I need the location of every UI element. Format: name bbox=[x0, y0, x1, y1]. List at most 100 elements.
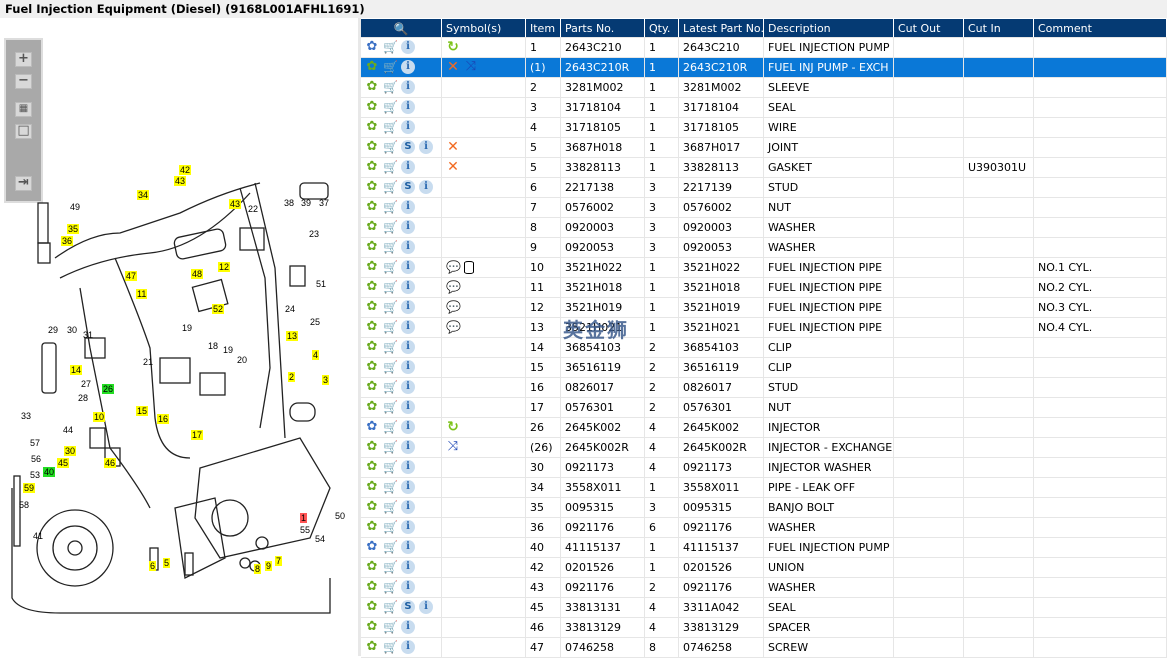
info-icon[interactable]: i bbox=[401, 380, 415, 394]
callout-label[interactable]: 18 bbox=[207, 341, 219, 351]
table-row[interactable]: ✿ 🛒 i 3 31718104 1 31718104 SEAL bbox=[361, 98, 1167, 118]
callout-label[interactable]: 20 bbox=[236, 355, 248, 365]
info-icon[interactable]: i bbox=[419, 180, 433, 194]
cross-icon[interactable]: ✕ bbox=[446, 140, 460, 154]
table-row[interactable]: ✿ 🛒 i ✕ ⤨ (1) 2643C210R 1 2643C210R FUEL INJ PUMP… bbox=[361, 58, 1167, 78]
table-row[interactable]: ✿ 🛒 Si 45 33813131 4 3311A042 SEAL bbox=[361, 598, 1167, 618]
callout-label[interactable]: 3 bbox=[322, 375, 330, 385]
gear-icon[interactable]: ✿ bbox=[365, 80, 379, 94]
column-header-qty[interactable]: Qty. bbox=[645, 19, 679, 37]
cart-icon[interactable]: 🛒 bbox=[383, 320, 398, 334]
callout-label[interactable]: 10 bbox=[93, 412, 106, 422]
gear-icon[interactable]: ✿ bbox=[365, 300, 379, 314]
gears-icon[interactable]: ✿ bbox=[365, 540, 379, 554]
callout-label[interactable]: 21 bbox=[142, 357, 154, 367]
table-row[interactable]: ✿ 🛒 i 43 0921176 2 0921176 WASHER bbox=[361, 578, 1167, 598]
cart-icon[interactable]: 🛒 bbox=[383, 480, 398, 494]
callout-label[interactable]: 52 bbox=[212, 304, 225, 314]
callout-label[interactable]: 43 bbox=[229, 199, 242, 209]
cart-icon[interactable]: 🛒 bbox=[383, 60, 398, 74]
table-row[interactable]: ✿ 🛒 i 💬 10 3521H022 1 3521H022 FUEL INJECTION PI… bbox=[361, 258, 1167, 278]
callout-label[interactable]: 48 bbox=[191, 269, 204, 279]
table-row[interactable]: ✿ 🛒 i 35 0095315 3 0095315 BANJO BOLT bbox=[361, 498, 1167, 518]
cart-icon[interactable]: 🛒 bbox=[383, 500, 398, 514]
info-icon[interactable]: i bbox=[401, 200, 415, 214]
rotate-icon[interactable]: ↻ bbox=[446, 420, 460, 434]
exploded-diagram[interactable]: + − ▦ □ ⇥ 42 43 39 38 37 34 49 35 36 43 … bbox=[0, 18, 358, 656]
gear-icon[interactable]: ✿ bbox=[365, 160, 379, 174]
gear-icon[interactable]: ✿ bbox=[365, 640, 379, 654]
callout-label[interactable]: 40 bbox=[43, 467, 56, 477]
table-row[interactable]: ✿ 🛒 i ⤨ (26) 2645K002R 4 2645K002R INJECTOR - EX… bbox=[361, 438, 1167, 458]
table-row[interactable]: ✿ 🛒 i 💬 11 3521H018 1 3521H018 FUEL INJECTION PI… bbox=[361, 278, 1167, 298]
gear-icon[interactable]: ✿ bbox=[365, 340, 379, 354]
table-row[interactable]: ✿ 🛒 i 💬 13 3521H021 1 3521H021 FUEL INJECTION PI… bbox=[361, 318, 1167, 338]
table-row[interactable]: ✿ 🛒 i 14 36854103 2 36854103 CLIP bbox=[361, 338, 1167, 358]
info-icon[interactable]: i bbox=[401, 240, 415, 254]
table-row[interactable]: ✿ 🛒 i 34 3558X011 1 3558X011 PIPE - LEAK OFF bbox=[361, 478, 1167, 498]
callout-label[interactable]: 51 bbox=[315, 279, 327, 289]
callout-label[interactable]: 9 bbox=[265, 561, 273, 571]
callout-label[interactable]: 14 bbox=[70, 365, 83, 375]
cart-icon[interactable]: 🛒 bbox=[383, 180, 398, 194]
gear-icon[interactable]: ✿ bbox=[365, 580, 379, 594]
callout-label[interactable]: 1 bbox=[300, 513, 308, 523]
gear-icon[interactable]: ✿ bbox=[365, 240, 379, 254]
callout-label[interactable]: 7 bbox=[275, 556, 283, 566]
supersession-icon[interactable]: S bbox=[401, 180, 415, 194]
column-header-cut-in[interactable]: Cut In bbox=[964, 19, 1034, 37]
info-icon[interactable]: i bbox=[401, 260, 415, 274]
gear-icon[interactable]: ✿ bbox=[365, 360, 379, 374]
callout-label[interactable]: 17 bbox=[191, 430, 204, 440]
column-header-cut-out[interactable]: Cut Out bbox=[894, 19, 964, 37]
gear-icon[interactable]: ✿ bbox=[365, 600, 379, 614]
gear-icon[interactable]: ✿ bbox=[365, 480, 379, 494]
callout-label[interactable]: 53 bbox=[29, 470, 41, 480]
callout-label[interactable]: 44 bbox=[62, 425, 74, 435]
callout-label[interactable]: 25 bbox=[309, 317, 321, 327]
callout-label[interactable]: 50 bbox=[334, 511, 346, 521]
cart-icon[interactable]: 🛒 bbox=[383, 340, 398, 354]
info-icon[interactable]: i bbox=[401, 540, 415, 554]
callout-label[interactable]: 34 bbox=[137, 190, 150, 200]
cart-icon[interactable]: 🛒 bbox=[383, 600, 398, 614]
callout-label[interactable]: 30 bbox=[64, 446, 77, 456]
note-icon[interactable]: 💬 bbox=[446, 280, 461, 294]
callout-label[interactable]: 16 bbox=[157, 414, 170, 424]
table-row[interactable]: ✿ 🛒 Si ✕ 5 3687H018 1 3687H017 JOINT bbox=[361, 138, 1167, 158]
table-row[interactable]: ✿ 🛒 i ↻ 1 2643C210 1 2643C210 FUEL INJECTION PUM… bbox=[361, 38, 1167, 58]
info-icon[interactable]: i bbox=[401, 400, 415, 414]
info-icon[interactable]: i bbox=[401, 280, 415, 294]
callout-label[interactable]: 28 bbox=[77, 393, 89, 403]
callout-label[interactable]: 12 bbox=[218, 262, 231, 272]
cart-icon[interactable]: 🛒 bbox=[383, 80, 398, 94]
table-row[interactable]: ✿ 🛒 i 17 0576301 2 0576301 NUT bbox=[361, 398, 1167, 418]
callout-label[interactable]: 54 bbox=[314, 534, 326, 544]
info-icon[interactable]: i bbox=[401, 360, 415, 374]
cart-icon[interactable]: 🛒 bbox=[383, 280, 398, 294]
gear-icon[interactable]: ✿ bbox=[365, 280, 379, 294]
gear-icon[interactable]: ✿ bbox=[365, 100, 379, 114]
gear-icon[interactable]: ✿ bbox=[365, 260, 379, 274]
gear-icon[interactable]: ✿ bbox=[365, 320, 379, 334]
info-icon[interactable]: i bbox=[419, 140, 433, 154]
callout-label[interactable]: 19 bbox=[181, 323, 193, 333]
gear-icon[interactable]: ✿ bbox=[365, 220, 379, 234]
cross-icon[interactable]: ✕ bbox=[446, 60, 460, 74]
info-icon[interactable]: i bbox=[401, 580, 415, 594]
column-header-latest-part-no[interactable]: Latest Part No. bbox=[679, 19, 764, 37]
cart-icon[interactable]: 🛒 bbox=[383, 380, 398, 394]
callout-label[interactable]: 37 bbox=[318, 198, 330, 208]
cart-icon[interactable]: 🛒 bbox=[383, 400, 398, 414]
callout-label[interactable]: 24 bbox=[284, 304, 296, 314]
info-icon[interactable]: i bbox=[401, 100, 415, 114]
cart-icon[interactable]: 🛒 bbox=[383, 460, 398, 474]
cart-icon[interactable]: 🛒 bbox=[383, 420, 398, 434]
cross-icon[interactable]: ✕ bbox=[446, 160, 460, 174]
info-icon[interactable]: i bbox=[401, 300, 415, 314]
info-icon[interactable]: i bbox=[401, 520, 415, 534]
cart-icon[interactable]: 🛒 bbox=[383, 160, 398, 174]
table-row[interactable]: ✿ 🛒 i ✕ 5 33828113 1 33828113 GASKET U390301U bbox=[361, 158, 1167, 178]
callout-label[interactable]: 6 bbox=[149, 561, 157, 571]
info-icon[interactable]: i bbox=[401, 500, 415, 514]
